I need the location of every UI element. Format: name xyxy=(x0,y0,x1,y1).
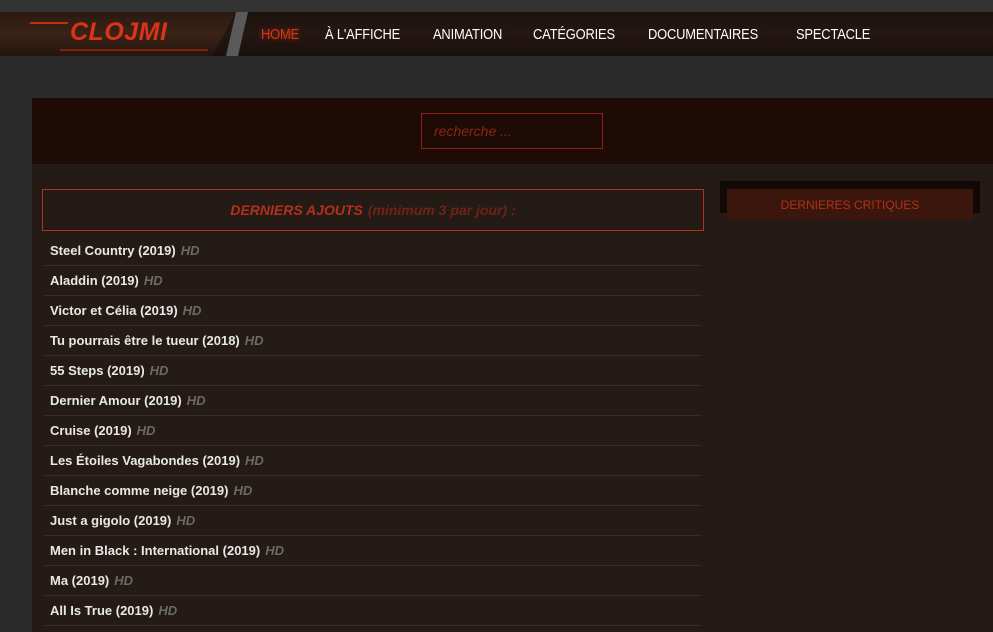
latest-reviews-heading[interactable]: DERNIERES CRITIQUES xyxy=(727,189,973,220)
quality-badge: HD xyxy=(143,273,163,288)
quality-badge: HD xyxy=(180,243,200,258)
list-item[interactable]: Ma (2019) HD xyxy=(44,566,702,596)
movie-title[interactable]: Cruise (2019) xyxy=(50,423,132,438)
movie-title[interactable]: Steel Country (2019) xyxy=(50,243,176,258)
list-item[interactable]: Les Étoiles Vagabondes (2019) HD xyxy=(44,446,702,476)
quality-badge: HD xyxy=(182,303,202,318)
movie-title[interactable]: Ma (2019) xyxy=(50,573,109,588)
main-content: DERNIERS AJOUTS (minimum 3 par jour) : S… xyxy=(32,164,993,632)
latest-additions-heading: DERNIERS AJOUTS (minimum 3 par jour) : xyxy=(42,189,704,231)
nav-item-categories[interactable]: CATÉGORIES xyxy=(533,26,615,43)
quality-badge: HD xyxy=(176,513,196,528)
nav-item-spectacle[interactable]: SPECTACLE xyxy=(796,26,870,43)
quality-badge: HD xyxy=(149,363,169,378)
quality-badge: HD xyxy=(244,333,264,348)
list-item[interactable]: Steel Country (2019) HD xyxy=(44,236,702,266)
latest-list: Steel Country (2019) HD Aladdin (2019) HD … xyxy=(44,236,702,626)
nav-item-documentaires[interactable]: DOCUMENTAIRES xyxy=(648,26,758,43)
list-item[interactable]: Cruise (2019) HD xyxy=(44,416,702,446)
list-item[interactable]: Victor et Célia (2019) HD xyxy=(44,296,702,326)
quality-badge: HD xyxy=(245,453,264,468)
quality-badge: HD xyxy=(265,543,284,558)
movie-title[interactable]: All Is True (2019) xyxy=(50,603,153,618)
quality-badge: HD xyxy=(158,603,178,618)
movie-title[interactable]: Victor et Célia (2019) xyxy=(50,303,178,318)
search-bar xyxy=(32,98,993,164)
main-nav: HOME À L'AFFICHE ANIMATION CATÉGORIES DO… xyxy=(261,12,902,56)
quality-badge: HD xyxy=(114,573,134,588)
movie-title[interactable]: 55 Steps (2019) xyxy=(50,363,145,378)
list-item[interactable]: Just a gigolo (2019) HD xyxy=(44,506,702,536)
movie-title[interactable]: Men in Black : International (2019) xyxy=(50,543,260,558)
list-item[interactable]: Aladdin (2019) HD xyxy=(44,266,702,296)
movie-title[interactable]: Les Étoiles Vagabondes (2019) xyxy=(50,453,240,468)
list-item[interactable]: Men in Black : International (2019) HD xyxy=(44,536,702,566)
logo-accent-line xyxy=(29,22,69,24)
movie-title[interactable]: Dernier Amour (2019) xyxy=(50,393,182,408)
site-logo[interactable]: CLOJMI xyxy=(70,18,167,47)
latest-heading-text: DERNIERS AJOUTS xyxy=(230,202,363,218)
nav-item-a-l-affiche[interactable]: À L'AFFICHE xyxy=(325,26,400,43)
list-item[interactable]: Blanche comme neige (2019) HD xyxy=(44,476,702,506)
nav-item-home[interactable]: HOME xyxy=(261,26,299,43)
latest-heading-note: (minimum 3 par jour) : xyxy=(367,202,516,218)
top-strip xyxy=(0,0,993,12)
nav-item-animation[interactable]: ANIMATION xyxy=(433,26,502,43)
movie-title[interactable]: Just a gigolo (2019) xyxy=(50,513,171,528)
list-item[interactable]: All Is True (2019) HD xyxy=(44,596,702,626)
list-item[interactable]: 55 Steps (2019) HD xyxy=(44,356,702,386)
movie-title[interactable]: Aladdin (2019) xyxy=(50,273,139,288)
movie-title[interactable]: Blanche comme neige (2019) xyxy=(50,483,228,498)
quality-badge: HD xyxy=(186,393,206,408)
movie-title[interactable]: Tu pourrais être le tueur (2018) xyxy=(50,333,240,348)
quality-badge: HD xyxy=(233,483,253,498)
logo-underline xyxy=(60,49,208,51)
quality-badge: HD xyxy=(136,423,156,438)
list-item[interactable]: Dernier Amour (2019) HD xyxy=(44,386,702,416)
search-input[interactable] xyxy=(421,113,603,149)
list-item[interactable]: Tu pourrais être le tueur (2018) HD xyxy=(44,326,702,356)
